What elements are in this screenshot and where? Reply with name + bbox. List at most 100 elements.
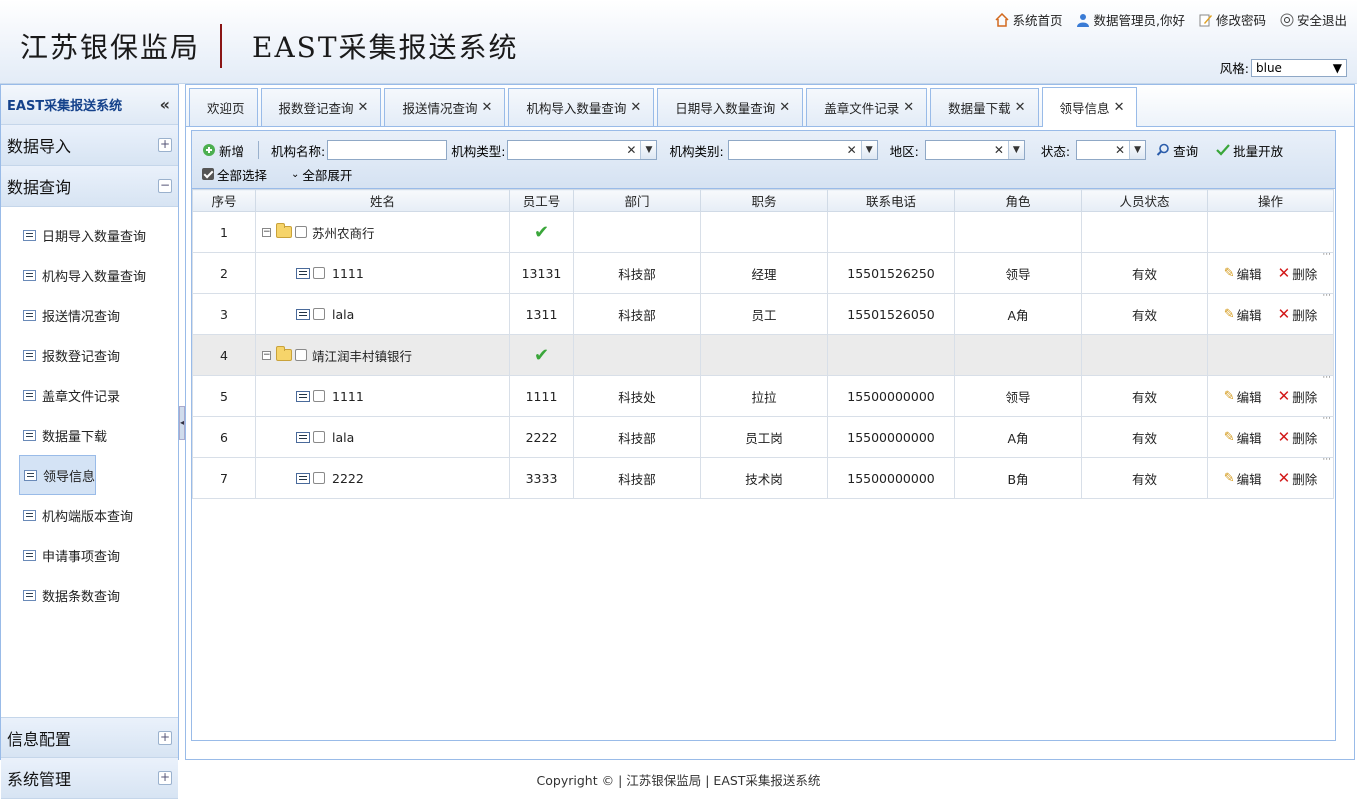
batch-open-button[interactable]: 批量开放 — [1216, 141, 1283, 160]
edit-button[interactable]: ✎ 编辑 — [1224, 305, 1262, 324]
col-header-no[interactable]: 序号 — [192, 189, 256, 212]
sidebar-item-client-version[interactable]: 机构端版本查询 — [1, 495, 178, 535]
col-header-dept[interactable]: 部门 — [573, 189, 701, 212]
sidebar-item-applications[interactable]: 申请事项查询 — [1, 535, 178, 575]
sidebar-item-data-download[interactable]: 数据量下载 — [1, 415, 178, 455]
row-checkbox[interactable] — [313, 472, 325, 484]
close-icon[interactable]: ✕ — [630, 100, 641, 115]
region-select[interactable]: ✕ ▼ — [924, 140, 1025, 160]
tab-leader-info[interactable]: 领导信息 ✕ — [1041, 87, 1138, 127]
home-link[interactable]: 系统首页 — [995, 10, 1062, 29]
clear-icon[interactable]: ✕ — [847, 143, 857, 157]
table-row[interactable]: 1 − 苏州农商行 ✔ — [192, 211, 1334, 253]
collapse-sidebar-icon[interactable]: « — [160, 95, 170, 114]
row-checkbox[interactable] — [295, 226, 307, 238]
more-icon[interactable]: ··· — [1322, 455, 1331, 465]
edit-label: 编辑 — [1236, 389, 1262, 405]
clear-icon[interactable]: ✕ — [1115, 143, 1125, 157]
select-all-button[interactable]: 全部选择 — [202, 165, 267, 184]
row-checkbox[interactable] — [313, 390, 325, 402]
more-icon[interactable]: ··· — [1322, 373, 1331, 383]
brand-divider — [220, 24, 223, 68]
clear-icon[interactable]: ✕ — [626, 143, 636, 157]
org-category-select[interactable]: ✕ ▼ — [727, 140, 878, 160]
edit-button[interactable]: ✎ 编辑 — [1224, 428, 1262, 447]
collapse-node-icon[interactable]: − — [262, 350, 271, 360]
expand-all-button[interactable]: ⌄ 全部展开 — [291, 165, 352, 184]
delete-button[interactable]: ✕ 删除 — [1278, 264, 1318, 283]
table-row[interactable]: 7 2222 3333 科技部 技术岗 15500000000 B角 有效 ··… — [192, 455, 1334, 499]
delete-button[interactable]: ✕ 删除 — [1278, 469, 1318, 488]
section-info-config[interactable]: 信息配置 + — [1, 717, 178, 758]
more-icon[interactable]: ··· — [1322, 291, 1331, 301]
clear-icon[interactable]: ✕ — [994, 143, 1004, 157]
status-select[interactable]: ✕ ▼ — [1076, 140, 1147, 160]
delete-button[interactable]: ✕ 删除 — [1278, 428, 1318, 447]
chevron-down-icon[interactable]: ▼ — [640, 141, 657, 159]
table-row[interactable]: 2 1111 13131 科技部 经理 15501526250 领导 有效 ··… — [192, 250, 1334, 294]
tab-welcome[interactable]: 欢迎页 — [189, 88, 258, 126]
expand-icon[interactable]: + — [158, 138, 172, 152]
table-row[interactable]: 4 − 靖江润丰村镇银行 ✔ — [192, 334, 1334, 376]
expand-icon[interactable]: + — [158, 730, 172, 745]
close-icon[interactable]: ✕ — [481, 100, 492, 115]
add-button[interactable]: 新增 — [202, 141, 244, 160]
more-icon[interactable]: ··· — [1322, 250, 1331, 260]
col-header-phone[interactable]: 联系电话 — [827, 189, 955, 212]
delete-button[interactable]: ✕ 删除 — [1278, 305, 1318, 324]
table-row[interactable]: 5 1111 1111 科技处 拉拉 15500000000 领导 有效 ···… — [192, 373, 1334, 417]
collapse-icon[interactable]: − — [158, 179, 172, 193]
close-icon[interactable]: ✕ — [903, 100, 914, 115]
tab-date-import[interactable]: 日期导入数量查询 ✕ — [657, 88, 804, 126]
sidebar-item-stamp-records[interactable]: 盖章文件记录 — [1, 375, 178, 415]
row-checkbox[interactable] — [313, 308, 325, 320]
org-name-input[interactable] — [327, 140, 448, 160]
chevron-down-icon[interactable]: ▼ — [1129, 141, 1146, 159]
cell-name: lala — [255, 293, 510, 335]
col-header-actions[interactable]: 操作 — [1207, 189, 1334, 212]
col-header-name[interactable]: 姓名 — [255, 189, 510, 212]
sidebar-item-report-status[interactable]: 报送情况查询 — [1, 295, 178, 335]
close-icon[interactable]: ✕ — [1015, 100, 1026, 115]
delete-button[interactable]: ✕ 删除 — [1278, 387, 1318, 406]
chevron-down-icon[interactable]: ▼ — [860, 141, 877, 159]
row-checkbox[interactable] — [313, 267, 325, 279]
edit-button[interactable]: ✎ 编辑 — [1224, 469, 1262, 488]
row-checkbox[interactable] — [295, 349, 307, 361]
col-header-emp-id[interactable]: 员工号 — [509, 189, 574, 212]
section-data-import[interactable]: 数据导入 + — [1, 125, 178, 166]
collapse-node-icon[interactable]: − — [262, 227, 271, 237]
tab-report-status[interactable]: 报送情况查询 ✕ — [384, 88, 506, 126]
chevron-down-icon[interactable]: ▼ — [1007, 141, 1024, 159]
sidebar-item-leader-info[interactable]: 领导信息 — [19, 455, 96, 495]
close-icon[interactable]: ✕ — [779, 100, 790, 115]
col-header-role[interactable]: 角色 — [954, 189, 1082, 212]
logout-link[interactable]: 安全退出 — [1280, 10, 1347, 29]
user-link[interactable]: 数据管理员,你好 — [1076, 10, 1185, 29]
tab-data-download[interactable]: 数据量下载 ✕ — [930, 88, 1039, 126]
sidebar-item-date-import[interactable]: 日期导入数量查询 — [1, 215, 178, 255]
table-row[interactable]: 3 lala 1311 科技部 员工 15501526050 A角 有效 ···… — [192, 291, 1334, 335]
edit-button[interactable]: ✎ 编辑 — [1224, 264, 1262, 283]
tab-org-import[interactable]: 机构导入数量查询 ✕ — [508, 88, 655, 126]
col-header-post[interactable]: 职务 — [700, 189, 828, 212]
more-icon[interactable]: ··· — [1322, 414, 1331, 424]
org-type-select[interactable]: ✕ ▼ — [507, 140, 658, 160]
cell-emp-id: 13131 — [509, 252, 574, 294]
close-icon[interactable]: ✕ — [1114, 100, 1125, 115]
table-row[interactable]: 6 lala 2222 科技部 员工岗 15500000000 A角 有效 ··… — [192, 414, 1334, 458]
tab-report-register[interactable]: 报数登记查询 ✕ — [260, 88, 382, 126]
tab-label: 领导信息 — [1059, 101, 1110, 116]
section-data-query[interactable]: 数据查询 − — [1, 166, 178, 207]
tab-stamp-records[interactable]: 盖章文件记录 ✕ — [806, 88, 928, 126]
style-select[interactable]: blue ▼ — [1251, 58, 1347, 77]
col-header-status[interactable]: 人员状态 — [1081, 189, 1208, 212]
sidebar-item-org-import[interactable]: 机构导入数量查询 — [1, 255, 178, 295]
row-checkbox[interactable] — [313, 431, 325, 443]
sidebar-item-report-register[interactable]: 报数登记查询 — [1, 335, 178, 375]
search-button[interactable]: 查询 — [1156, 141, 1198, 160]
close-icon[interactable]: ✕ — [358, 100, 369, 115]
edit-button[interactable]: ✎ 编辑 — [1224, 387, 1262, 406]
change-password-link[interactable]: 修改密码 — [1199, 10, 1266, 29]
sidebar-item-record-count[interactable]: 数据条数查询 — [1, 575, 178, 615]
